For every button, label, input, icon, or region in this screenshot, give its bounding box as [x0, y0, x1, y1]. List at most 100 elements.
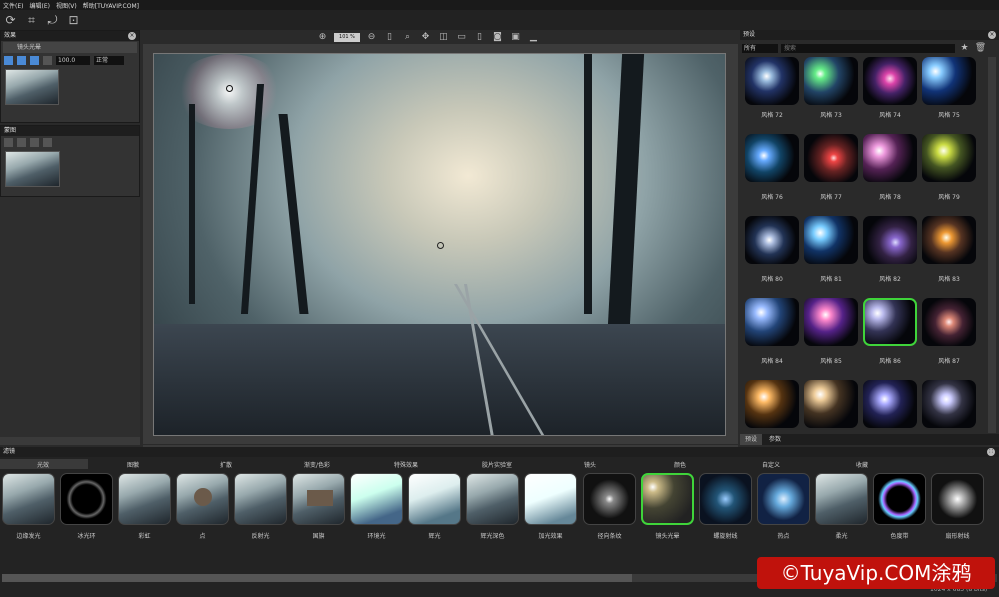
- layer-thumbnail[interactable]: [5, 69, 59, 105]
- menu-help[interactable]: 帮助[TUYAVIP.COM]: [83, 1, 139, 10]
- preset-thumb[interactable]: [863, 57, 917, 105]
- preview-image[interactable]: [153, 53, 726, 436]
- layer-name[interactable]: 镜头光晕: [3, 42, 137, 53]
- compare-icon[interactable]: ▭: [455, 31, 468, 44]
- add-icon[interactable]: [4, 56, 13, 65]
- preset-thumb[interactable]: [863, 380, 917, 428]
- filter-thumb-selected[interactable]: [641, 473, 694, 525]
- mask-thumbnail[interactable]: [5, 151, 60, 187]
- preset-thumb[interactable]: [804, 57, 858, 105]
- close-icon[interactable]: ×: [128, 32, 136, 40]
- zoom-out-icon[interactable]: ⊖: [365, 31, 378, 44]
- filter-thumb[interactable]: [699, 473, 752, 525]
- presets-title: 预设: [743, 31, 756, 38]
- preset-grid: 风格 72 风格 73 风格 74 风格 75 风格 76 风格 77 风格 7…: [740, 57, 988, 433]
- filter-thumb[interactable]: [176, 473, 229, 525]
- rotate-icon[interactable]: ⤾: [46, 13, 59, 27]
- crop-icon[interactable]: ⌗: [25, 13, 38, 27]
- lightning-icon[interactable]: [30, 56, 39, 65]
- single-view-icon[interactable]: ▯: [473, 31, 486, 44]
- preset-thumb[interactable]: [745, 216, 799, 264]
- preset-thumb[interactable]: [863, 134, 917, 182]
- filter-thumb[interactable]: [350, 473, 403, 525]
- tab-params[interactable]: 参数: [764, 434, 786, 445]
- filter-thumb[interactable]: [815, 473, 868, 525]
- filter-label: 国旗: [312, 533, 325, 540]
- category-favorite[interactable]: 收藏: [856, 460, 868, 469]
- filter-thumb[interactable]: [466, 473, 519, 525]
- flare-center-handle[interactable]: [226, 85, 233, 92]
- filter-thumb[interactable]: [292, 473, 345, 525]
- menu-edit[interactable]: 编辑(E): [29, 1, 49, 10]
- filter-thumb[interactable]: [2, 473, 55, 525]
- filter-thumb[interactable]: [931, 473, 984, 525]
- category-light[interactable]: 光效: [37, 460, 49, 469]
- opacity-field[interactable]: 100.0: [56, 56, 90, 65]
- monitor-icon[interactable]: [17, 56, 26, 65]
- preset-thumb[interactable]: [922, 298, 976, 346]
- category-badge[interactable]: 图徽: [127, 460, 139, 469]
- close-icon[interactable]: ×: [988, 31, 996, 39]
- mask-copy-icon[interactable]: [43, 138, 52, 147]
- menu-file[interactable]: 文件(E): [3, 1, 23, 10]
- preset-thumb[interactable]: [922, 134, 976, 182]
- split-view-icon[interactable]: ◫: [437, 31, 450, 44]
- favorite-icon[interactable]: ★: [958, 42, 971, 55]
- refresh-icon[interactable]: ⟳: [4, 13, 17, 27]
- flare-direction-handle[interactable]: [437, 242, 444, 249]
- preset-thumb-selected[interactable]: [863, 298, 917, 346]
- mask-add-icon[interactable]: [4, 138, 13, 147]
- histogram-icon[interactable]: ▁: [527, 31, 540, 44]
- zoom-in-icon[interactable]: ⊕: [316, 31, 329, 44]
- preset-label: 风格 84: [761, 358, 783, 365]
- frame-icon[interactable]: ▣: [509, 31, 522, 44]
- category-film[interactable]: 胶片实验室: [482, 460, 512, 469]
- zoom-field[interactable]: 101 %: [334, 32, 360, 42]
- preset-thumb[interactable]: [745, 57, 799, 105]
- preset-thumb[interactable]: [922, 216, 976, 264]
- category-color[interactable]: 颜色: [674, 460, 686, 469]
- filter-thumb[interactable]: [583, 473, 636, 525]
- preset-thumb[interactable]: [745, 134, 799, 182]
- filter-thumb[interactable]: [408, 473, 461, 525]
- filter-thumb[interactable]: [118, 473, 171, 525]
- menu-view[interactable]: 视图(V): [56, 1, 77, 10]
- left-scrollbar[interactable]: [0, 437, 140, 445]
- mask-monitor-icon[interactable]: [17, 138, 26, 147]
- trash-icon[interactable]: 🗑: [974, 42, 987, 55]
- preset-thumb[interactable]: [922, 380, 976, 428]
- filter-thumb[interactable]: [234, 473, 287, 525]
- category-special[interactable]: 特殊效果: [394, 460, 418, 469]
- category-diffuse[interactable]: 扩散: [220, 460, 232, 469]
- preset-thumb[interactable]: [922, 57, 976, 105]
- blend-select[interactable]: 正常: [94, 56, 124, 65]
- tab-presets[interactable]: 预设: [740, 434, 763, 445]
- mask-lightning-icon[interactable]: [30, 138, 39, 147]
- zoom-tool-icon[interactable]: ⌕: [401, 31, 414, 44]
- filter-thumb[interactable]: [60, 473, 113, 525]
- filter-thumb[interactable]: [524, 473, 577, 525]
- preset-search-input[interactable]: 搜索: [781, 44, 955, 53]
- move-tool-icon[interactable]: ✥: [419, 31, 432, 44]
- category-custom[interactable]: 自定义: [762, 460, 780, 469]
- preset-thumb[interactable]: [804, 216, 858, 264]
- preset-thumb[interactable]: [745, 380, 799, 428]
- category-gradient[interactable]: 渐变/色彩: [304, 460, 330, 469]
- preset-label: 风格 87: [938, 358, 960, 365]
- camera-icon[interactable]: ◙: [491, 31, 504, 44]
- preset-thumb[interactable]: [804, 380, 858, 428]
- category-lens[interactable]: 镜头: [584, 460, 596, 469]
- preset-thumb[interactable]: [863, 216, 917, 264]
- filter-label: 螺旋射线: [713, 533, 738, 540]
- grid-icon[interactable]: ∷: [987, 448, 995, 456]
- preset-thumb[interactable]: [804, 134, 858, 182]
- actual-size-icon[interactable]: ▯: [383, 31, 396, 44]
- filter-thumb[interactable]: [757, 473, 810, 525]
- preset-thumb[interactable]: [745, 298, 799, 346]
- preset-scrollbar[interactable]: [988, 57, 996, 433]
- fit-icon[interactable]: ⊡: [67, 13, 80, 27]
- preset-filter-select[interactable]: 所有: [742, 44, 778, 53]
- filter-thumb[interactable]: [873, 473, 926, 525]
- copy-icon[interactable]: [43, 56, 52, 65]
- preset-thumb[interactable]: [804, 298, 858, 346]
